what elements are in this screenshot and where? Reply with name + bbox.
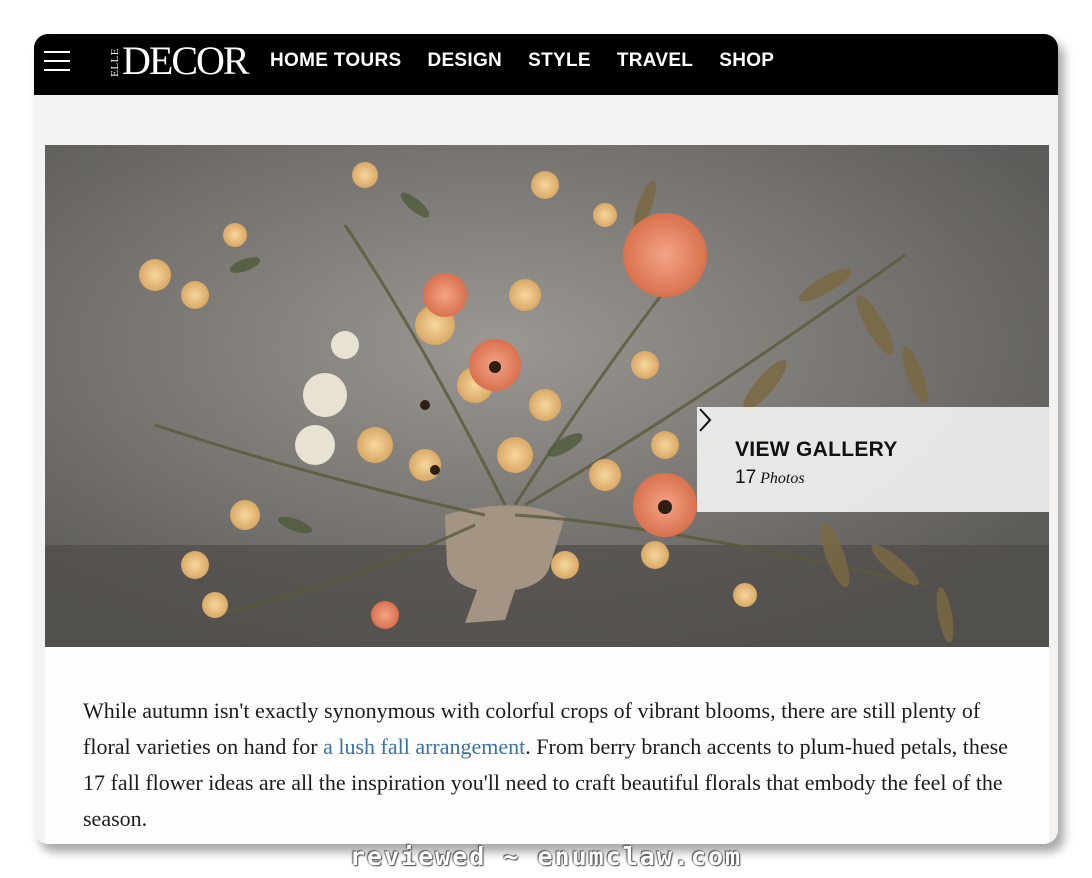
- chevron-right-icon[interactable]: [697, 407, 713, 433]
- article-body: While autumn isn't exactly synonymous wi…: [45, 647, 1049, 844]
- article-intro-paragraph: While autumn isn't exactly synonymous wi…: [83, 693, 1013, 837]
- floral-arrangement-photo: [45, 145, 1049, 647]
- photo-count-label: Photos: [760, 470, 805, 487]
- site-logo[interactable]: ELLE DECOR: [109, 38, 250, 83]
- view-gallery-title: VIEW GALLERY: [735, 438, 898, 461]
- view-gallery-card[interactable]: VIEW GALLERY 17 Photos: [697, 407, 1049, 512]
- photo-count-number: 17: [735, 467, 757, 488]
- hamburger-menu-icon[interactable]: [44, 47, 70, 73]
- gallery-photo-count: 17 Photos: [735, 467, 805, 489]
- nav-link-style[interactable]: STYLE: [528, 50, 591, 72]
- watermark-text: reviewed ~ enumclaw.com: [349, 842, 743, 871]
- top-navigation-bar: ELLE DECOR HOME TOURS DESIGN STYLE TRAVE…: [34, 34, 1058, 95]
- nav-link-travel[interactable]: TRAVEL: [617, 50, 693, 72]
- logo-elle: ELLE: [109, 48, 121, 77]
- logo-decor: DECOR: [122, 38, 250, 83]
- nav-link-shop[interactable]: SHOP: [719, 50, 774, 72]
- browser-page-frame: ELLE DECOR HOME TOURS DESIGN STYLE TRAVE…: [34, 34, 1058, 844]
- nav-link-home-tours[interactable]: HOME TOURS: [270, 50, 401, 72]
- lush-fall-arrangement-link[interactable]: a lush fall arrangement: [323, 734, 525, 759]
- main-nav: HOME TOURS DESIGN STYLE TRAVEL SHOP: [270, 50, 774, 72]
- nav-link-design[interactable]: DESIGN: [427, 50, 502, 72]
- hero-image-floral-arrangement[interactable]: VIEW GALLERY 17 Photos: [45, 145, 1049, 647]
